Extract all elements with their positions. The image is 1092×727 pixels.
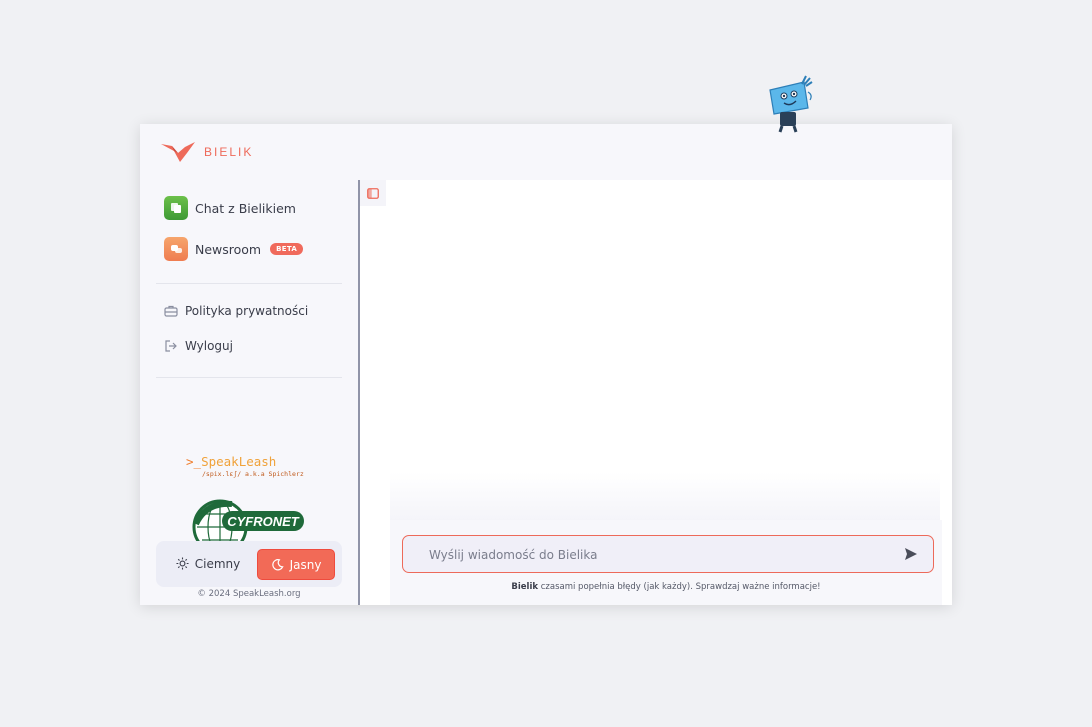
theme-switcher: Ciemny Jasny (156, 541, 342, 587)
theme-dark-label: Ciemny (194, 556, 241, 571)
app-window: BIELIK Chat z Bielikiem Newsroom BETA Po… (140, 124, 952, 605)
speakleash-title: SpeakLeash (201, 454, 277, 469)
sidebar-divider (156, 377, 342, 378)
composer-area: Bielik czasami popełnia błędy (jak każdy… (390, 520, 942, 605)
theme-light-label: Jasny (289, 557, 322, 572)
sidebar-item-newsroom[interactable]: Newsroom BETA (164, 237, 304, 261)
privacy-policy-label: Polityka prywatności (185, 304, 309, 318)
sidebar-toggle-button[interactable] (360, 180, 386, 206)
chat-main-panel: Bielik czasami popełnia błędy (jak każdy… (358, 180, 952, 605)
copyright-text: © 2024 SpeakLeash.org (197, 589, 301, 599)
speakleash-prompt: >_ (186, 454, 202, 469)
theme-dark-button[interactable]: Ciemny (168, 549, 248, 578)
send-icon[interactable] (903, 546, 919, 562)
bielik-mascot-image (769, 75, 813, 133)
sidebar: Chat z Bielikiem Newsroom BETA Polityka … (140, 180, 358, 605)
sidebar-toggle-icon (367, 187, 379, 199)
cyfronet-name: CYFRONET (227, 514, 300, 529)
sun-icon (176, 557, 189, 570)
eagle-logo-icon (161, 142, 195, 162)
disclaimer-body: czasami popełnia błędy (jak każdy). Spra… (540, 582, 821, 592)
logout-link[interactable]: Wyloguj (164, 339, 233, 353)
newsroom-icon (164, 237, 188, 261)
chat-icon (164, 196, 188, 220)
scroll-fade (390, 472, 940, 522)
logout-label: Wyloguj (185, 339, 233, 353)
briefcase-icon (164, 305, 178, 317)
speakleash-subtitle: /spix.lɛʃ/ a.k.a Spichlerz (202, 470, 304, 478)
logout-icon (165, 340, 177, 352)
sidebar-item-label: Chat z Bielikiem (195, 200, 296, 216)
privacy-policy-link[interactable]: Polityka prywatności (164, 304, 308, 318)
beta-badge: BETA (270, 243, 304, 255)
message-input-wrapper (402, 535, 934, 574)
moon-icon (271, 559, 284, 571)
sidebar-item-chat[interactable]: Chat z Bielikiem (164, 196, 296, 220)
disclaimer-text: Bielik czasami popełnia błędy (jak każdy… (390, 582, 942, 592)
sidebar-item-label: Newsroom (195, 241, 262, 257)
disclaimer-brand: Bielik (511, 582, 539, 592)
theme-light-button[interactable]: Jasny (257, 549, 335, 580)
message-input[interactable] (427, 536, 891, 574)
brand-name: BIELIK (204, 145, 254, 159)
speakleash-logo[interactable]: >_SpeakLeash /spix.lɛʃ/ a.k.a Spichlerz (186, 454, 304, 478)
brand-logo[interactable]: BIELIK (160, 139, 253, 163)
sidebar-divider (156, 283, 342, 284)
